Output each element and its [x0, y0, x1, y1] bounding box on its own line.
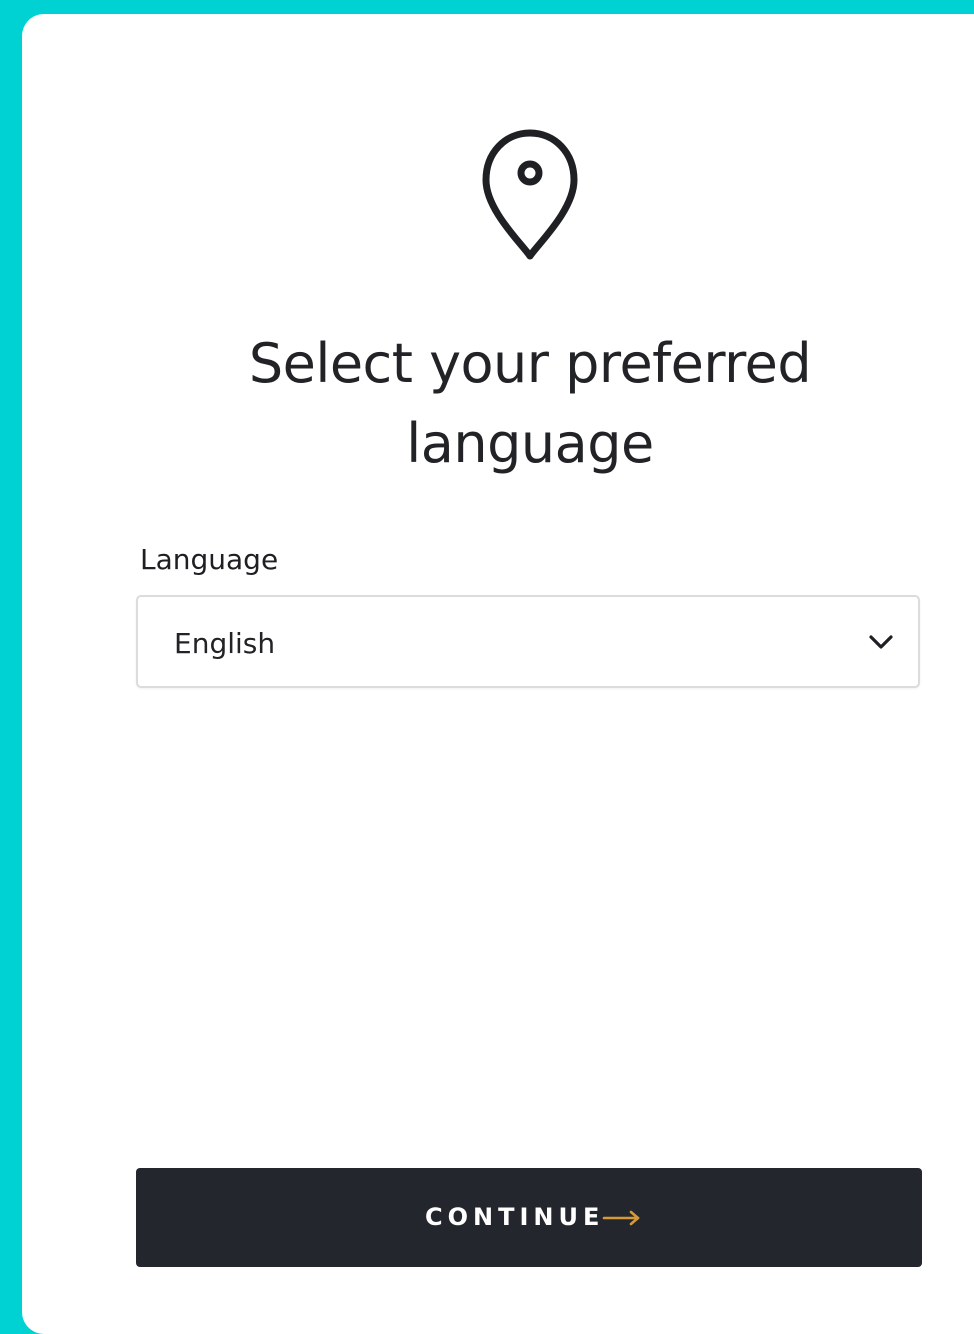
- arrow-right-icon: [602, 1210, 640, 1226]
- continue-button[interactable]: CONTINUE: [136, 1168, 922, 1267]
- language-select[interactable]: English: [136, 595, 920, 688]
- continue-button-label: CONTINUE: [425, 1203, 605, 1231]
- chevron-down-icon: [869, 635, 893, 649]
- language-select-value: English: [174, 627, 276, 660]
- language-card: Select your preferred language Language E…: [22, 14, 974, 1334]
- location-pin-icon: [482, 129, 578, 260]
- page-title: Select your preferred language: [248, 332, 812, 475]
- language-label: Language: [140, 543, 279, 576]
